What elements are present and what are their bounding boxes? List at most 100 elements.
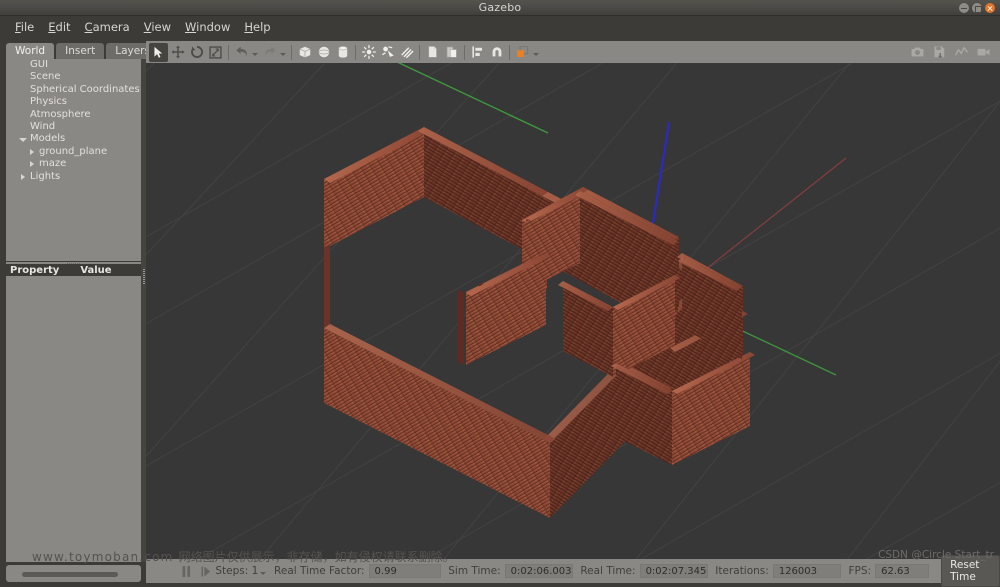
- toolbar-separator: [228, 44, 229, 60]
- redo-history-caret-icon[interactable]: [280, 53, 286, 56]
- scale-tool[interactable]: [206, 43, 225, 62]
- tab-layers[interactable]: Layers: [106, 43, 146, 60]
- toolbar-separator: [291, 44, 292, 60]
- maximize-button[interactable]: [972, 3, 982, 13]
- iterations-value: 126003: [772, 564, 841, 578]
- save-log-button[interactable]: [930, 43, 949, 62]
- directional-light-icon: [400, 47, 413, 58]
- tree-item-physics[interactable]: Physics: [6, 96, 141, 108]
- paste-icon: [446, 46, 457, 58]
- world-tree[interactable]: GUI Scene Spherical Coordinates Physics …: [6, 59, 141, 261]
- maze-wall-outer-back-left: [324, 127, 430, 249]
- tab-insert[interactable]: Insert: [56, 43, 105, 60]
- camera-icon: [911, 47, 924, 57]
- insert-sphere-button[interactable]: [314, 43, 333, 62]
- window-controls: [959, 3, 995, 13]
- steps-dropdown-caret-icon[interactable]: [260, 572, 267, 575]
- chevron-down-icon[interactable]: [19, 137, 27, 142]
- tree-item-ground-plane[interactable]: ground_plane: [6, 146, 141, 158]
- insert-spot-light-button[interactable]: [378, 43, 397, 62]
- pause-icon: [182, 565, 191, 577]
- real-time-value: 0:02:07.345: [639, 564, 708, 578]
- menu-view-rest: iew: [151, 20, 171, 34]
- undo-button[interactable]: [232, 43, 251, 62]
- step-forward-icon: [201, 566, 211, 576]
- title-bar: Gazebo: [0, 0, 1000, 16]
- tree-item-atmosphere[interactable]: Atmosphere: [6, 109, 141, 121]
- copy-button[interactable]: [423, 43, 442, 62]
- insert-directional-light-button[interactable]: [397, 43, 416, 62]
- pause-button[interactable]: [180, 562, 194, 580]
- paste-button[interactable]: [442, 43, 461, 62]
- plot-button[interactable]: [952, 43, 971, 62]
- menu-camera-rest: amera: [92, 20, 130, 34]
- tree-item-spherical-coordinates[interactable]: Spherical Coordinates: [6, 84, 141, 96]
- panel-tab-bar: World Insert Layers: [6, 42, 146, 60]
- tree-item-physics-label: Physics: [30, 96, 67, 108]
- translate-tool[interactable]: [168, 43, 187, 62]
- align-button[interactable]: [468, 43, 487, 62]
- clone-model-caret-icon[interactable]: [533, 53, 539, 56]
- iterations-label: Iterations:: [715, 565, 769, 577]
- real-time-factor-value: 0.99: [368, 564, 441, 578]
- rotate-tool[interactable]: [187, 43, 206, 62]
- tree-item-maze[interactable]: maze: [6, 158, 141, 170]
- redo-arrow-icon: [264, 46, 276, 57]
- 3d-viewport[interactable]: [146, 63, 1000, 559]
- undo-arrow-icon: [235, 46, 247, 57]
- menu-edit[interactable]: Edit: [41, 18, 77, 36]
- fps-value: 62.63: [875, 564, 930, 578]
- step-button[interactable]: [199, 562, 213, 580]
- tree-item-lights[interactable]: Lights: [6, 171, 141, 183]
- maze-model[interactable]: [146, 63, 1000, 559]
- menu-file[interactable]: File: [8, 18, 41, 36]
- tree-item-atmosphere-label: Atmosphere: [30, 108, 91, 120]
- tree-item-gui[interactable]: GUI: [6, 59, 141, 71]
- property-table-body[interactable]: [6, 276, 141, 562]
- menu-camera[interactable]: Camera: [78, 18, 137, 36]
- select-tool[interactable]: [149, 42, 168, 62]
- panel-horizontal-scrollbar-thumb[interactable]: [22, 571, 118, 577]
- close-button[interactable]: [985, 3, 995, 13]
- rotate-icon: [190, 46, 203, 58]
- undo-history-caret-icon[interactable]: [252, 53, 258, 56]
- insert-cylinder-button[interactable]: [333, 43, 352, 62]
- menu-help[interactable]: Help: [237, 18, 277, 36]
- cylinder-icon: [337, 46, 348, 58]
- redo-button[interactable]: [260, 43, 279, 62]
- screenshot-button[interactable]: [908, 43, 927, 62]
- menu-bar: File Edit Camera View Window Help: [0, 16, 1000, 38]
- video-camera-icon: [977, 48, 990, 56]
- menu-window[interactable]: Window: [178, 18, 237, 36]
- fps-label: FPS:: [848, 565, 872, 577]
- snap-button[interactable]: [487, 43, 506, 62]
- chevron-right-icon[interactable]: [30, 161, 34, 168]
- menu-view[interactable]: View: [137, 18, 178, 36]
- menu-edit-rest: dit: [55, 20, 71, 34]
- plot-line-icon: [954, 47, 969, 56]
- tree-item-models[interactable]: Models: [6, 133, 141, 145]
- chevron-right-icon[interactable]: [21, 173, 25, 180]
- maze-wall-outer-front-left: [324, 324, 556, 518]
- tree-item-wind[interactable]: Wind: [6, 121, 141, 133]
- property-column-header: Property: [10, 264, 60, 276]
- reset-time-button[interactable]: Reset Time: [941, 555, 1000, 587]
- tree-item-scene[interactable]: Scene: [6, 71, 141, 83]
- main-area: Steps: 1 Real Time Factor: 0.99 Sim Time…: [146, 38, 1000, 587]
- tab-world[interactable]: World: [6, 43, 55, 60]
- record-video-button[interactable]: [974, 43, 993, 62]
- cursor-arrow-icon: [154, 46, 163, 58]
- minimize-button[interactable]: [959, 3, 969, 13]
- insert-box-button[interactable]: [295, 43, 314, 62]
- menu-help-mnemonic: H: [244, 20, 254, 34]
- toolbar-separator: [419, 44, 420, 60]
- maze-wall-long-left: [466, 253, 551, 365]
- window-title: Gazebo: [478, 1, 522, 14]
- maze-wall-upper-stub: [458, 290, 464, 365]
- insert-point-light-button[interactable]: [359, 43, 378, 62]
- chevron-right-icon[interactable]: [30, 148, 34, 155]
- steps-label: Steps: 1: [215, 565, 259, 577]
- tree-item-models-label: Models: [19, 133, 65, 144]
- menu-camera-mnemonic: C: [84, 20, 93, 34]
- clone-model-button[interactable]: [513, 43, 532, 62]
